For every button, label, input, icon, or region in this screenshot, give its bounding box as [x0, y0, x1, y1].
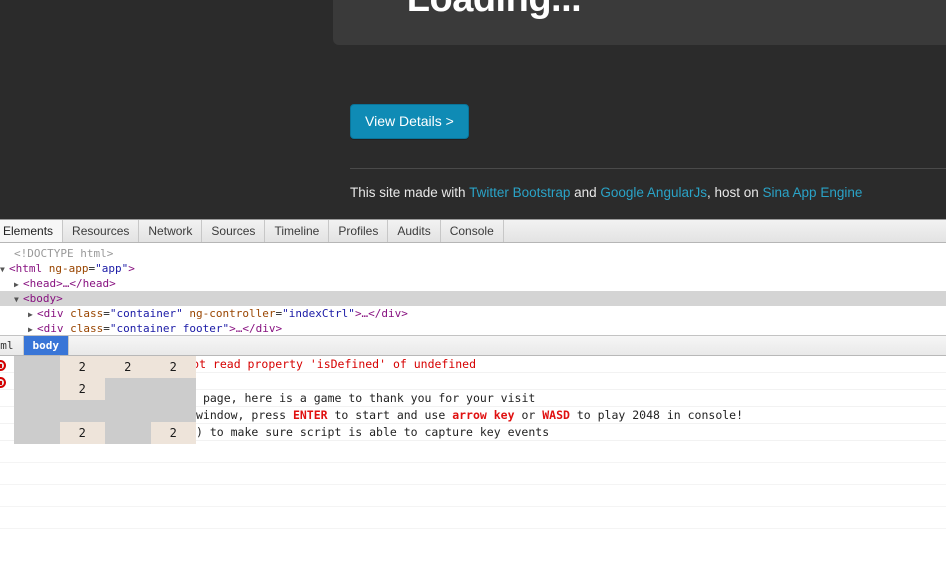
breadcrumb-item-body[interactable]: body — [23, 336, 69, 355]
log-highlight-wasd: WASD — [542, 408, 570, 422]
div1-value-class: "container" — [109, 307, 183, 320]
footer-divider — [350, 168, 946, 169]
body-tag: <body> — [23, 292, 63, 305]
game-cell — [105, 378, 151, 400]
dom-tree[interactable]: <!DOCTYPE html> ▼ <html ng-app="app"> ▶ <h… — [0, 243, 946, 335]
tab-network[interactable]: Network — [139, 220, 203, 242]
dom-row-div-footer[interactable]: ▶ <div class="container footer">…</div> — [0, 321, 946, 335]
game-cell — [105, 422, 151, 444]
page-title: Loading... — [333, 0, 655, 21]
div1-tag: <div — [37, 307, 71, 320]
tab-profiles[interactable]: Profiles — [329, 220, 389, 242]
game-cell — [14, 378, 60, 400]
dom-row-div-container[interactable]: ▶ <div class="container" ng-controller="i… — [0, 306, 946, 321]
devtools-tabstrip: Elements Resources Network Sources Timel… — [0, 220, 946, 243]
console-game-row — [0, 463, 946, 485]
game-cell — [14, 400, 60, 422]
game-cell — [105, 400, 151, 422]
error-icon — [0, 377, 6, 388]
link-google-angularjs[interactable]: Google AngularJs — [600, 185, 707, 200]
tab-resources[interactable]: Resources — [63, 220, 140, 242]
tab-timeline[interactable]: Timeline — [265, 220, 330, 242]
web-page-viewport: Loading... View Details > This site made… — [0, 0, 946, 219]
div1-attr-class: class — [70, 307, 104, 320]
game-cell: 2 — [150, 422, 196, 444]
html-attr-value: "app" — [95, 262, 129, 275]
dom-row-html[interactable]: ▼ <html ng-app="app"> — [0, 261, 946, 276]
game-cell — [59, 400, 105, 422]
div1-value-ngcontroller: "indexCtrl" — [282, 307, 355, 320]
jumbotron-panel: Loading... — [333, 0, 946, 45]
disclosure-triangle-icon[interactable]: ▶ — [28, 307, 37, 322]
disclosure-triangle-icon[interactable]: ▼ — [14, 292, 23, 307]
disclosure-triangle-icon[interactable]: ▼ — [0, 262, 9, 277]
view-details-button[interactable]: View Details > — [350, 104, 469, 139]
game-cell — [150, 378, 196, 400]
tab-console[interactable]: Console — [441, 220, 504, 242]
div2-tail: >…</div> — [229, 322, 283, 335]
log-part: or — [514, 408, 543, 422]
footer-mid2: , host on — [706, 185, 763, 200]
game-cell — [14, 422, 60, 444]
head-tag: <head>…</head> — [23, 277, 116, 290]
console-panel[interactable]: ▶Uncaught TypeError: Cannot read propert… — [0, 356, 946, 575]
html-tag-close: > — [128, 262, 135, 275]
dom-row-doctype[interactable]: <!DOCTYPE html> — [0, 246, 946, 261]
log-part: page, here is a game to thank you for yo… — [196, 391, 536, 405]
tab-audits[interactable]: Audits — [388, 220, 441, 242]
div1-attr-ngcontroller: ng-controller — [189, 307, 276, 320]
footer-credits: This site made with Twitter Bootstrap an… — [350, 185, 862, 200]
log-highlight-arrowkey: arrow key — [452, 408, 515, 422]
game-cell: 2 — [59, 356, 105, 378]
disclosure-triangle-icon[interactable]: ▶ — [14, 277, 23, 292]
game-cell: 2 — [59, 378, 105, 400]
log-part: to start and use — [327, 408, 453, 422]
doctype-text: <!DOCTYPE html> — [14, 247, 114, 260]
link-twitter-bootstrap[interactable]: Twitter Bootstrap — [469, 185, 570, 200]
game-cell — [150, 400, 196, 422]
tab-elements[interactable]: Elements — [0, 220, 64, 242]
devtools-panel: Elements Resources Network Sources Timel… — [0, 219, 946, 575]
tab-sources[interactable]: Sources — [202, 220, 266, 242]
log-part: to play 2048 in console! — [569, 408, 744, 422]
footer-mid: and — [570, 185, 601, 200]
disclosure-triangle-icon[interactable]: ▶ — [28, 322, 37, 336]
link-sina-app-engine[interactable]: Sina App Engine — [763, 185, 863, 200]
div2-value-class: "container footer" — [109, 322, 230, 335]
game-cell: 2 — [59, 422, 105, 444]
div2-tag: <div — [37, 322, 71, 335]
game-board-2048: 2 2 2 2 2 2 — [14, 356, 196, 444]
html-tag: <html — [9, 262, 43, 275]
log-highlight-enter: ENTER — [292, 408, 328, 422]
div2-attr-class: class — [70, 322, 104, 335]
game-cell — [14, 356, 60, 378]
html-attr-name: ng-app — [42, 262, 89, 275]
console-game-row — [0, 441, 946, 463]
error-icon — [0, 360, 6, 371]
dom-row-body[interactable]: ▼ <body> — [0, 291, 946, 306]
game-cell: 2 — [150, 356, 196, 378]
dom-row-head[interactable]: ▶ <head>…</head> — [0, 276, 946, 291]
footer-prefix: This site made with — [350, 185, 470, 200]
console-game-row — [0, 485, 946, 507]
game-cell: 2 — [105, 356, 151, 378]
breadcrumb: html body — [0, 335, 946, 356]
breadcrumb-item-html[interactable]: html — [0, 336, 24, 355]
console-game-row — [0, 507, 946, 529]
div1-tail: >…</div> — [354, 307, 408, 320]
